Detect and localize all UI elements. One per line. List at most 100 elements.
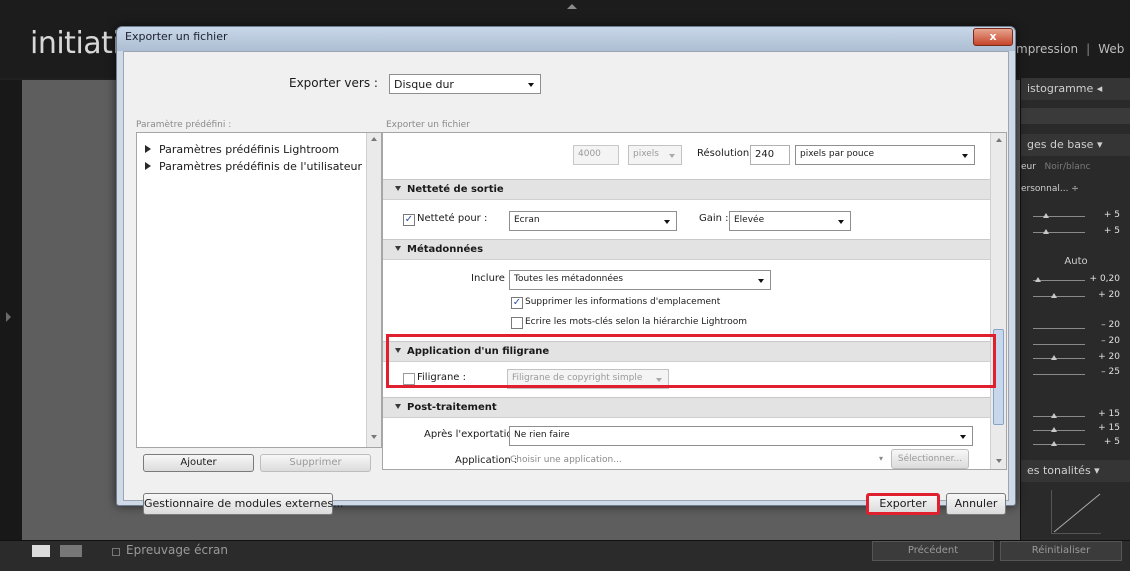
plugin-manager-button[interactable]: Gestionnaire de modules externes... xyxy=(143,493,344,515)
sharpen-target-select[interactable]: Ecran xyxy=(509,211,677,231)
slider-knob[interactable] xyxy=(1051,413,1057,418)
slider-value: + 20 xyxy=(1098,290,1120,300)
previous-button[interactable]: Précédent xyxy=(872,541,994,561)
slider-knob[interactable] xyxy=(1051,441,1057,446)
slider-value: + 20 xyxy=(1098,352,1120,362)
slider-value: + 0,20 xyxy=(1089,274,1120,284)
expand-icon xyxy=(145,162,151,170)
slider[interactable] xyxy=(1033,216,1085,217)
slider-knob[interactable] xyxy=(1051,355,1057,360)
module-picker: mpression | Web xyxy=(1016,42,1125,56)
expand-left-panel-icon[interactable] xyxy=(6,312,11,322)
export-to-select[interactable]: Disque dur xyxy=(389,74,541,94)
collapse-icon xyxy=(395,186,401,191)
histogram-header[interactable]: istogramme ◂ xyxy=(1021,78,1130,100)
left-panel-edge xyxy=(0,80,22,540)
export-dialog: Exporter un fichier x Exporter vers : Di… xyxy=(116,26,1016,515)
gain-select[interactable]: Elevée xyxy=(729,211,851,231)
slider[interactable] xyxy=(1033,430,1085,431)
tone-curve-graph[interactable] xyxy=(1051,490,1101,534)
width-field[interactable]: 4000 xyxy=(573,145,619,165)
profile-row[interactable]: ersonnal... ÷ xyxy=(1021,184,1130,194)
sharpen-for-label: Netteté pour : xyxy=(417,213,488,224)
choose-application-button[interactable]: Sélectionner... xyxy=(891,449,969,469)
remove-location-checkbox[interactable]: ✓ xyxy=(511,297,523,309)
remove-location-label: Supprimer les informations d'emplacement xyxy=(525,297,721,307)
slider-knob[interactable] xyxy=(1035,277,1041,282)
scroll-down-icon[interactable] xyxy=(371,435,377,439)
export-settings-panel: 4000 pixels Résolution : 240 pixels par … xyxy=(382,132,1007,470)
unit-select[interactable]: pixels xyxy=(628,145,682,165)
sharpen-checkbox[interactable]: ✓ xyxy=(403,214,415,226)
presets-scrollbar[interactable] xyxy=(366,133,381,447)
right-panel: istogramme ◂ ges de base ▾ eur Noir/blan… xyxy=(1020,78,1130,540)
tool-strip xyxy=(1021,108,1130,124)
application-placeholder[interactable]: Choisir une application... xyxy=(510,455,622,465)
post-processing-section-header[interactable]: Post-traitement xyxy=(383,397,990,418)
slider-value: – 25 xyxy=(1101,367,1120,377)
sharpening-section-header[interactable]: Netteté de sortie xyxy=(383,179,990,200)
collapse-top-panel-icon[interactable] xyxy=(567,4,577,9)
preset-folder-lightroom[interactable]: Paramètres prédéfinis Lightroom xyxy=(145,143,339,156)
slider-knob[interactable] xyxy=(1051,293,1057,298)
export-to-label: Exporter vers : xyxy=(289,76,378,90)
application-label: Application : xyxy=(455,455,518,466)
include-label: Inclure : xyxy=(471,273,512,284)
scroll-down-icon[interactable] xyxy=(996,459,1002,463)
slider[interactable] xyxy=(1033,374,1085,375)
treatment-row: eur Noir/blanc xyxy=(1021,162,1091,172)
curve-line xyxy=(1053,493,1101,533)
dialog-title: Exporter un fichier xyxy=(125,30,228,43)
after-export-select[interactable]: Ne rien faire xyxy=(509,426,973,446)
slider[interactable] xyxy=(1033,232,1085,233)
slider[interactable] xyxy=(1033,416,1085,417)
slider-knob[interactable] xyxy=(1051,427,1057,432)
auto-button[interactable]: Auto xyxy=(1021,256,1130,267)
scroll-up-icon[interactable] xyxy=(371,137,377,141)
close-button[interactable]: x xyxy=(973,28,1013,46)
cancel-button[interactable]: Annuler xyxy=(946,493,1006,515)
slider-value: – 20 xyxy=(1101,336,1120,346)
resolution-field[interactable]: 240 xyxy=(750,145,790,165)
presets-panel: Paramètres prédéfinis Lightroom Paramètr… xyxy=(136,132,382,448)
gain-label: Gain : xyxy=(699,213,729,224)
slider-knob[interactable] xyxy=(1043,213,1049,218)
metadata-section-header[interactable]: Métadonnées xyxy=(383,239,990,260)
settings-scrollbar[interactable] xyxy=(990,133,1006,469)
module-print[interactable]: mpression xyxy=(1016,42,1078,56)
dialog-titlebar[interactable]: Exporter un fichier x xyxy=(117,27,1015,51)
watermark-highlight xyxy=(386,334,996,388)
slider[interactable] xyxy=(1033,358,1085,359)
slider-value: + 5 xyxy=(1103,437,1120,447)
slider[interactable] xyxy=(1033,296,1085,297)
settings-caption: Exporter un fichier xyxy=(386,120,470,130)
scroll-up-icon[interactable] xyxy=(996,138,1002,142)
before-after-view-icon[interactable] xyxy=(60,545,82,557)
resolution-unit-select[interactable]: pixels par pouce xyxy=(795,145,975,165)
soft-proof-checkbox[interactable] xyxy=(112,548,120,556)
presets-label: Paramètre prédéfini : xyxy=(136,120,232,130)
soft-proof-label: Epreuvage écran xyxy=(126,543,228,557)
loupe-view-icon[interactable] xyxy=(32,545,50,557)
application-dropdown-icon[interactable]: ▾ xyxy=(879,454,883,463)
collapse-icon xyxy=(395,246,401,251)
tone-curve-header[interactable]: es tonalités ▾ xyxy=(1021,460,1130,482)
keyword-hierarchy-label: Ecrire les mots-clés selon la hiérarchie… xyxy=(525,317,748,327)
slider[interactable] xyxy=(1033,328,1085,329)
preset-folder-user[interactable]: Paramètres prédéfinis de l'utilisateur xyxy=(145,160,362,173)
slider-value: + 15 xyxy=(1098,423,1120,433)
slider[interactable] xyxy=(1033,444,1085,445)
reset-button[interactable]: Réinitialiser xyxy=(1000,541,1122,561)
keyword-hierarchy-checkbox[interactable] xyxy=(511,317,523,329)
add-preset-button[interactable]: Ajouter xyxy=(143,454,254,472)
slider-knob[interactable] xyxy=(1043,229,1049,234)
module-web[interactable]: Web xyxy=(1098,42,1124,56)
resolution-label: Résolution : xyxy=(697,148,756,159)
remove-preset-button[interactable]: Supprimer xyxy=(260,454,371,472)
basic-header[interactable]: ges de base ▾ xyxy=(1021,134,1130,156)
export-button[interactable]: Exporter xyxy=(866,493,940,515)
collapse-icon xyxy=(395,404,401,409)
include-metadata-select[interactable]: Toutes les métadonnées xyxy=(509,270,771,290)
slider-value: + 5 xyxy=(1103,226,1120,236)
slider[interactable] xyxy=(1033,344,1085,345)
